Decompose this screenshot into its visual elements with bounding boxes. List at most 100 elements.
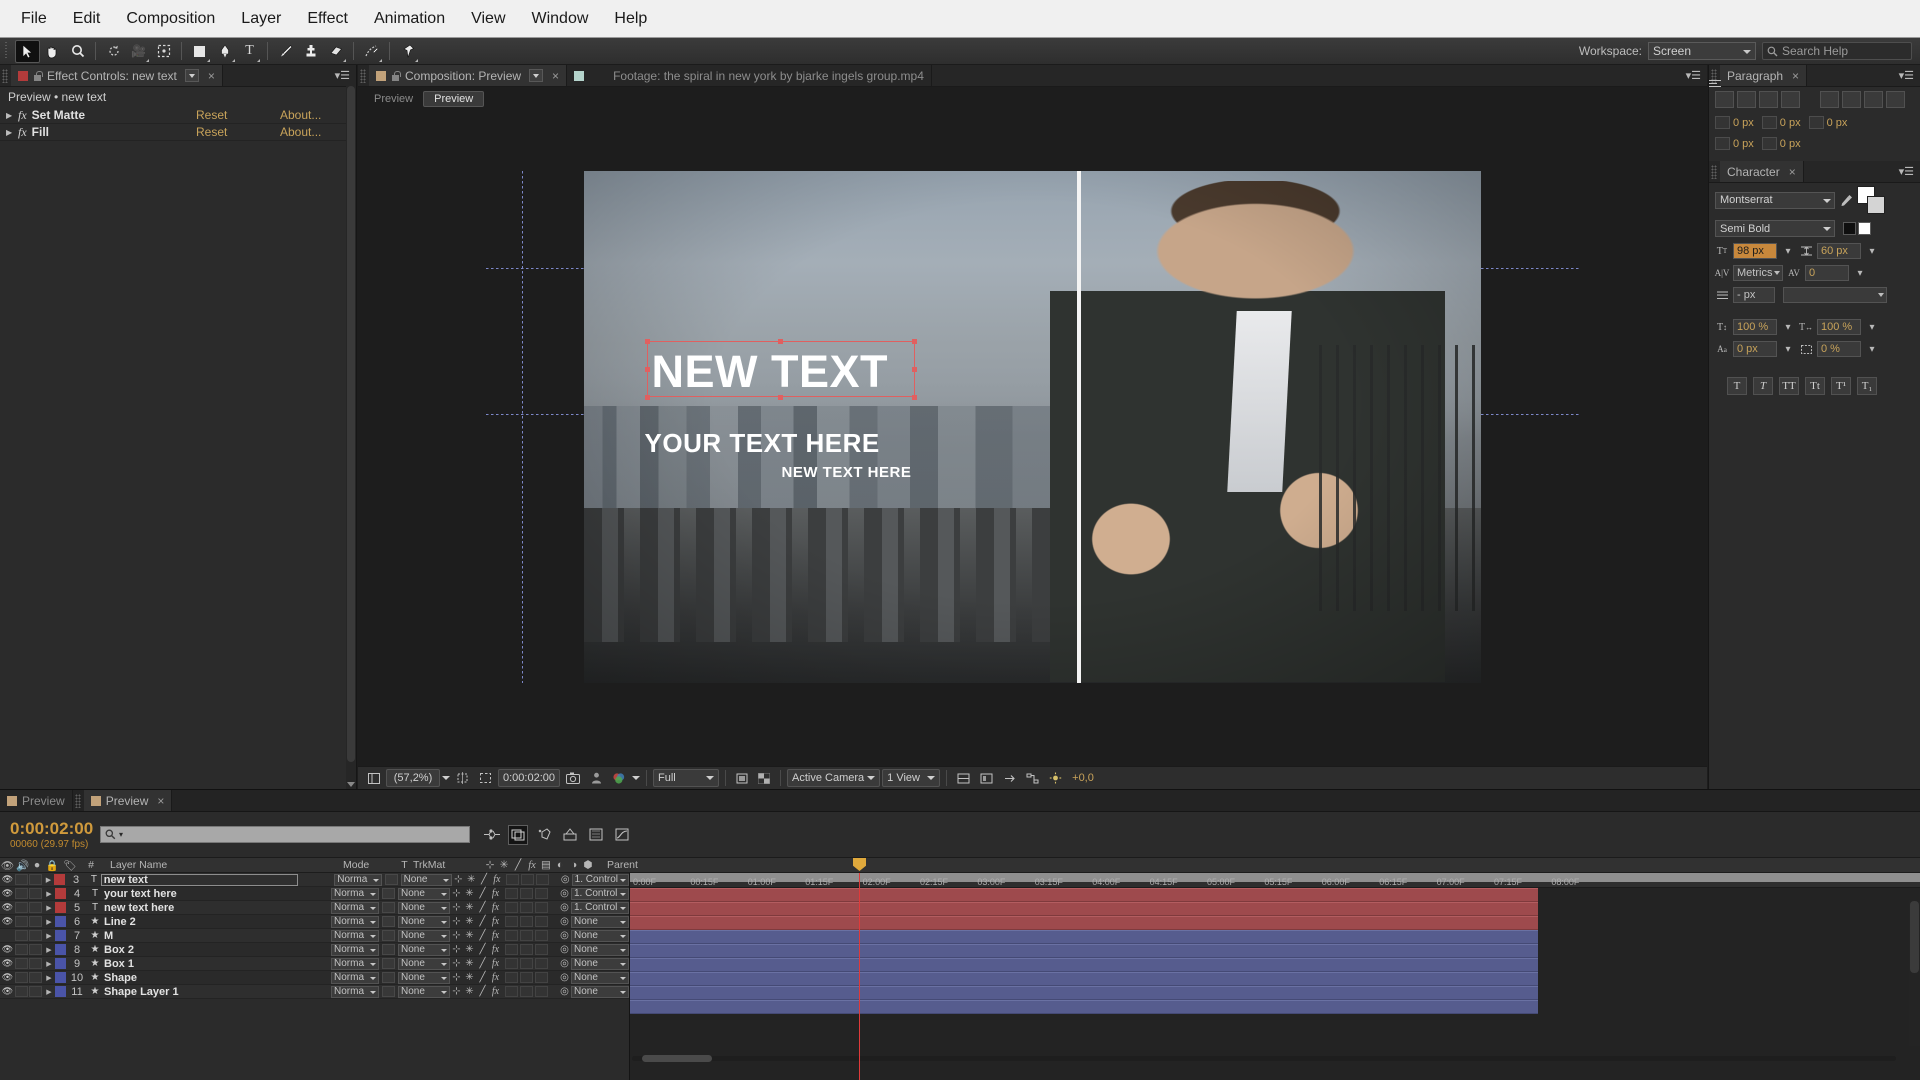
- video-switch-toggle[interactable]: 👁: [0, 972, 15, 983]
- selection-tool-icon[interactable]: [15, 39, 40, 63]
- workspace-select[interactable]: Screen: [1648, 42, 1756, 60]
- time-ruler[interactable]: 0:00F 00:15F 01:00F 01:15F 02:00F 02:15F 03:00…: [630, 873, 1920, 888]
- tab-paragraph[interactable]: Paragraph ×: [1720, 65, 1808, 86]
- indent-right-field[interactable]: 0 px: [1761, 116, 1801, 129]
- justify-last-center-button[interactable]: [1709, 80, 1861, 108]
- video-switch-toggle[interactable]: 👁: [0, 888, 15, 899]
- parent-select[interactable]: 1. Control: [571, 901, 629, 914]
- solo-switch-toggle[interactable]: [29, 972, 42, 983]
- selection-handle-ml[interactable]: [644, 366, 650, 372]
- fx-switch-icon[interactable]: fx: [489, 958, 502, 969]
- search-dropdown-icon[interactable]: ▾: [119, 830, 123, 839]
- layer-name-header[interactable]: Layer Name: [110, 859, 343, 871]
- tsume-input[interactable]: 0 %: [1817, 341, 1861, 357]
- panel-grip[interactable]: [74, 793, 81, 808]
- audio-switch-toggle[interactable]: [15, 944, 28, 955]
- indent-left-field[interactable]: 0 px: [1715, 116, 1754, 129]
- menu-item-view[interactable]: View: [458, 7, 518, 31]
- tab-effect-controls[interactable]: Effect Controls: new text ×: [11, 65, 223, 86]
- leading-input[interactable]: 60 px: [1817, 243, 1861, 259]
- zoom-level-select[interactable]: (57,2%): [386, 769, 440, 787]
- solo-switch-toggle[interactable]: [29, 902, 42, 913]
- space-after-field[interactable]: 0 px: [1761, 137, 1801, 150]
- table-row[interactable]: 👁 ▶ 9 ★ Box 1 Norma None ⊹ ✳ ╱ fx ◎ None: [0, 957, 629, 971]
- stroke-color-swatch[interactable]: [1867, 196, 1885, 214]
- comp-flowchart-icon[interactable]: [1022, 769, 1043, 787]
- timeline-vertical-scrollbar[interactable]: [1909, 900, 1920, 1046]
- effect-controls-scrollbar[interactable]: [346, 85, 356, 789]
- horizontal-scale-input[interactable]: 100 %: [1817, 319, 1861, 335]
- scrollbar-thumb[interactable]: [1910, 901, 1919, 973]
- parent-select[interactable]: 1. Control: [571, 873, 629, 886]
- menu-item-help[interactable]: Help: [601, 7, 660, 31]
- preserve-transparency-toggle[interactable]: [384, 874, 398, 885]
- vertical-scale-input[interactable]: 100 %: [1733, 319, 1777, 335]
- layer-duration-bar[interactable]: [630, 958, 1538, 972]
- layer-label-color[interactable]: [55, 916, 66, 927]
- kerning-select[interactable]: Metrics: [1733, 265, 1783, 281]
- effects-switch-icon[interactable]: ╱: [476, 930, 489, 941]
- parent-pickwhip-icon[interactable]: ◎: [558, 902, 571, 913]
- layer-label-color[interactable]: [55, 958, 66, 969]
- audio-switch-toggle[interactable]: [15, 916, 28, 927]
- effects-switch-icon[interactable]: ╱: [476, 902, 489, 913]
- audio-switch-toggle[interactable]: [14, 874, 28, 885]
- solo-switch-toggle[interactable]: [28, 874, 42, 885]
- parent-pickwhip-icon[interactable]: ◎: [558, 972, 571, 983]
- three-d-switch[interactable]: [535, 972, 548, 983]
- effects-switch-icon[interactable]: ╱: [478, 874, 491, 885]
- three-d-switch[interactable]: [535, 944, 548, 955]
- frame-blend-switch[interactable]: [505, 986, 518, 997]
- solo-switch-toggle[interactable]: [29, 958, 42, 969]
- fill-stroke-swatches[interactable]: [1857, 186, 1885, 214]
- selection-handle-mr[interactable]: [911, 366, 917, 372]
- motion-blur-switch[interactable]: [520, 986, 533, 997]
- effect-about-link[interactable]: About...: [280, 108, 321, 122]
- horizontal-scale-dropdown-icon[interactable]: ▾: [1865, 320, 1879, 334]
- panel-menu-icon[interactable]: ▾☰: [1686, 65, 1707, 86]
- parent-select[interactable]: None: [571, 957, 629, 970]
- viewer-tab-2[interactable]: Preview: [423, 91, 485, 107]
- parent-switch-icon[interactable]: ⊹: [450, 916, 463, 927]
- quality-switch-icon[interactable]: ✳: [463, 986, 476, 997]
- toggle-viewport-layout-icon[interactable]: [364, 769, 384, 787]
- pixel-aspect-correction-icon[interactable]: [953, 769, 974, 787]
- parent-pickwhip-icon[interactable]: ◎: [558, 944, 571, 955]
- layer-label-color[interactable]: [55, 972, 66, 983]
- graph-editor-icon[interactable]: [612, 825, 632, 845]
- justify-last-right-button[interactable]: [1709, 80, 1883, 108]
- fx-switch-icon[interactable]: fx: [489, 944, 502, 955]
- composition-viewport[interactable]: NEW TEXT YOUR TEXT HERE NEW TEXT HERE: [358, 87, 1707, 766]
- superscript-button[interactable]: T¹: [1831, 377, 1851, 395]
- three-d-switch[interactable]: [535, 986, 548, 997]
- viewer-tab-1[interactable]: Preview: [364, 92, 423, 106]
- tab-menu-icon[interactable]: [184, 69, 199, 82]
- current-time-display[interactable]: 0:00:02:00: [498, 769, 560, 787]
- preserve-transparency-toggle[interactable]: [382, 888, 395, 899]
- fast-previews-icon[interactable]: [976, 769, 997, 787]
- quality-switch-icon[interactable]: ✳: [463, 944, 476, 955]
- indent-first-field[interactable]: 0 px: [1715, 137, 1754, 150]
- close-icon[interactable]: ×: [552, 69, 559, 83]
- motion-blur-switch[interactable]: [520, 944, 533, 955]
- view-layout-select[interactable]: 1 View: [882, 769, 941, 787]
- video-switch-toggle[interactable]: 👁: [0, 874, 15, 885]
- enable-motion-blur-icon[interactable]: [586, 825, 606, 845]
- overlay-subline[interactable]: YOUR TEXT HERE: [645, 428, 880, 459]
- layer-duration-bar[interactable]: [630, 986, 1538, 1000]
- show-snapshot-icon[interactable]: [586, 769, 606, 787]
- parent-select[interactable]: None: [571, 929, 629, 942]
- tsume-dropdown-icon[interactable]: ▾: [1865, 342, 1879, 356]
- audio-switch-toggle[interactable]: [15, 986, 28, 997]
- layer-name[interactable]: Shape Layer 1: [102, 986, 179, 998]
- track-matte-select[interactable]: None: [398, 915, 450, 928]
- parent-pickwhip-icon[interactable]: ◎: [559, 874, 572, 885]
- tab-footage[interactable]: Footage: the spiral in new york by bjark…: [567, 65, 932, 86]
- blend-mode-select[interactable]: Norma: [331, 901, 379, 914]
- composition-mini-flowchart-icon[interactable]: [482, 825, 502, 845]
- quality-switch-icon[interactable]: ✳: [463, 916, 476, 927]
- track-matte-select[interactable]: None: [398, 985, 450, 998]
- all-caps-button[interactable]: TT: [1779, 377, 1799, 395]
- motion-blur-switch[interactable]: [520, 916, 533, 927]
- layer-name[interactable]: new text: [100, 873, 299, 886]
